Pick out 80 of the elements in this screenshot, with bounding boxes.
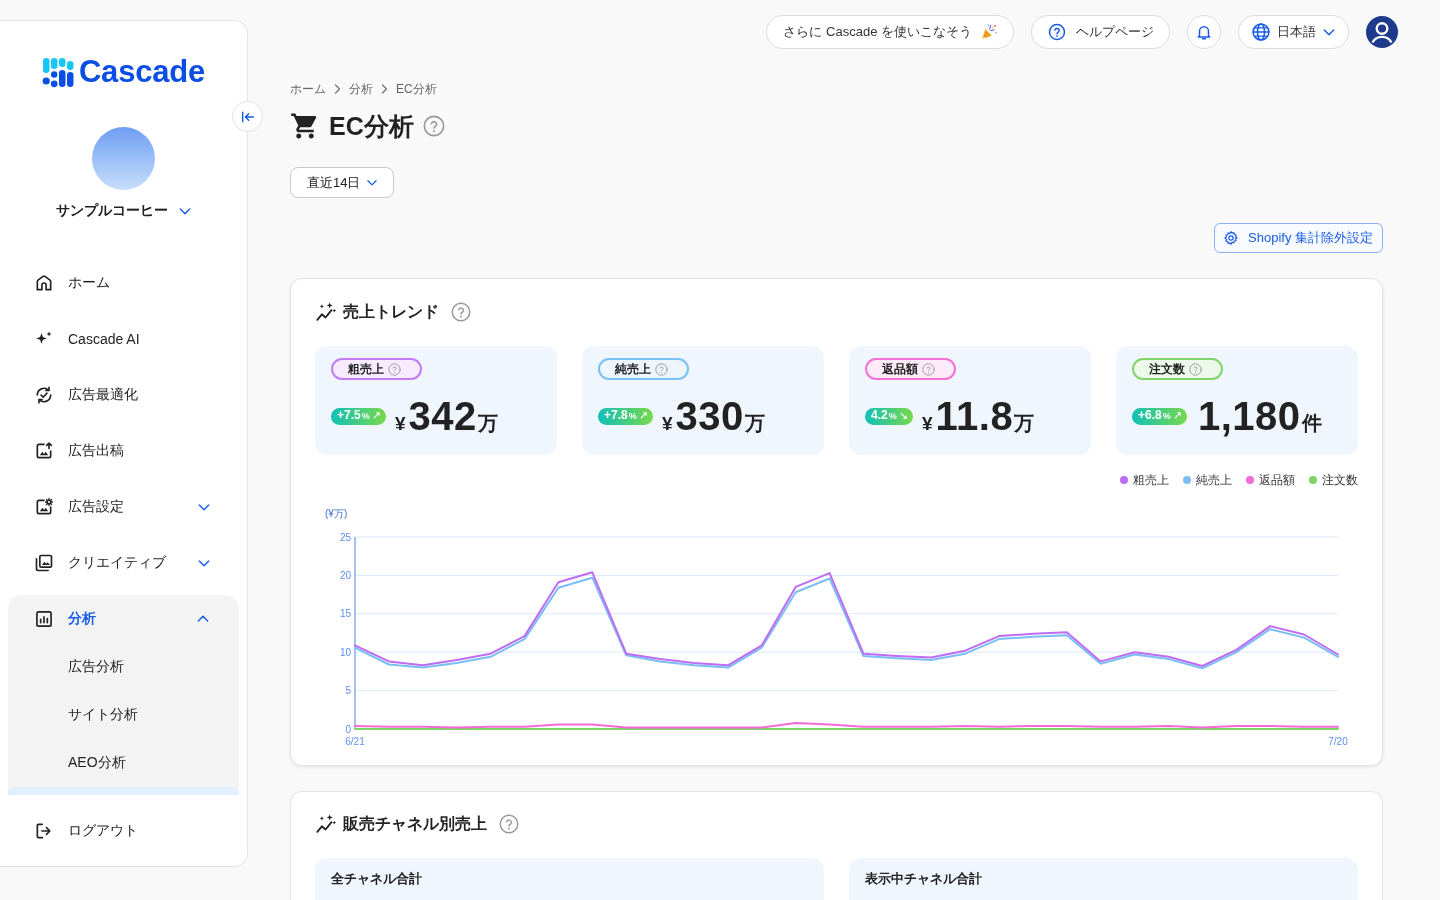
- metric-value: ¥342万: [394, 395, 498, 437]
- axis-tick-label: 7/20: [1328, 736, 1348, 747]
- nav-item[interactable]: クリエイティブ: [0, 535, 247, 591]
- image-gear-icon: [34, 497, 54, 517]
- chevron-down-icon: [1322, 28, 1336, 36]
- logo-mark-icon: [41, 56, 74, 88]
- nav-subitem[interactable]: 広告分析: [8, 643, 239, 691]
- image-upload-icon: [34, 441, 54, 461]
- collapse-sidebar-button[interactable]: [232, 101, 263, 132]
- axis-unit-label: (¥万): [325, 508, 348, 519]
- help-page-button[interactable]: ヘルプページ: [1031, 15, 1170, 49]
- chevron-down-icon: [366, 179, 379, 186]
- chevron-right-icon: [334, 84, 341, 94]
- legend-label: 粗売上: [1133, 471, 1169, 489]
- axis-tick-label: 15: [339, 608, 351, 620]
- metric-value: ¥11.8万: [921, 395, 1035, 437]
- page-title: EC分析: [329, 111, 414, 141]
- chevron-down-icon: [177, 207, 192, 215]
- logo-text: Cascade: [78, 56, 206, 88]
- axis-tick-label: 0: [345, 723, 351, 735]
- metric-label: 純売上: [615, 360, 651, 378]
- bar-chart-icon: [34, 609, 54, 629]
- metric-label: 粗売上: [348, 360, 384, 378]
- nav-item[interactable]: Cascade AI: [0, 311, 247, 367]
- section-title: 販売チャネル別売上: [343, 813, 487, 834]
- help-icon: [388, 362, 401, 376]
- chevron-right-icon: [381, 84, 388, 94]
- metric-value: ¥330万: [661, 395, 765, 437]
- breadcrumb-current: EC分析: [396, 80, 437, 98]
- nav-item[interactable]: 広告最適化: [0, 367, 247, 423]
- metric-value: 1,180件: [1197, 395, 1322, 437]
- metric-label: 注文数: [1149, 360, 1185, 378]
- help-icon: [422, 115, 445, 137]
- nav-item[interactable]: ホーム: [0, 255, 247, 311]
- axis-tick-label: 10: [339, 646, 351, 658]
- image-stack-icon: [34, 553, 54, 573]
- help-icon: [1048, 23, 1066, 41]
- nav-item[interactable]: 広告出稿: [0, 423, 247, 479]
- user-avatar-icon[interactable]: [1366, 16, 1398, 48]
- change-value: +6.8% ↗: [1138, 407, 1182, 424]
- nav-subitem[interactable]: サイト分析: [8, 691, 239, 739]
- home-icon: [34, 273, 54, 293]
- sparkle-line-icon: [315, 813, 337, 835]
- promo-button[interactable]: さらに Cascade を使いこなそう: [766, 15, 1014, 49]
- legend-label: 返品額: [1259, 471, 1295, 489]
- exclusion-settings-button[interactable]: Shopify 集計除外設定: [1214, 223, 1383, 253]
- account-switcher[interactable]: サンプルコーヒー: [55, 200, 192, 222]
- logout-button[interactable]: ログアウト: [0, 803, 247, 859]
- legend-label: 純売上: [1196, 471, 1232, 489]
- notifications-button[interactable]: [1187, 15, 1221, 49]
- axis-tick-label: 25: [339, 531, 351, 543]
- sync-check-icon: [34, 385, 54, 405]
- nav-item[interactable]: 広告設定: [0, 479, 247, 535]
- gear-icon: [1223, 230, 1239, 246]
- axis-tick-label: 6/21: [345, 736, 365, 747]
- breadcrumb-link[interactable]: 分析: [349, 80, 373, 98]
- help-icon: [499, 814, 519, 834]
- nav-item[interactable]: 分析: [8, 595, 239, 643]
- globe-icon: [1251, 22, 1271, 42]
- axis-tick-label: 20: [339, 569, 351, 581]
- change-value: +7.8% ↗: [604, 407, 648, 424]
- help-icon: [451, 302, 471, 322]
- party-popper-icon: [980, 23, 998, 41]
- bell-icon: [1195, 23, 1213, 41]
- help-icon: [655, 362, 668, 376]
- nav-subitem[interactable]: AEO分析: [8, 739, 239, 787]
- section-title: 売上トレンド: [343, 301, 439, 322]
- help-icon: [1189, 362, 1202, 376]
- panel-title: 全チャネル合計: [331, 871, 423, 887]
- period-dropdown[interactable]: 直近14日: [290, 167, 395, 198]
- sparkle-line-icon: [315, 301, 337, 323]
- legend-label: 注文数: [1322, 471, 1358, 489]
- language-select[interactable]: 日本語: [1238, 15, 1349, 49]
- change-value: +7.5% ↗: [337, 407, 381, 424]
- breadcrumb-link[interactable]: ホーム: [290, 80, 326, 98]
- metric-label: 返品額: [882, 360, 918, 378]
- panel-title: 表示中チャネル合計: [865, 871, 983, 887]
- axis-tick-label: 5: [345, 685, 351, 697]
- help-icon: [922, 362, 935, 376]
- change-value: 4.2% ↘: [871, 407, 908, 424]
